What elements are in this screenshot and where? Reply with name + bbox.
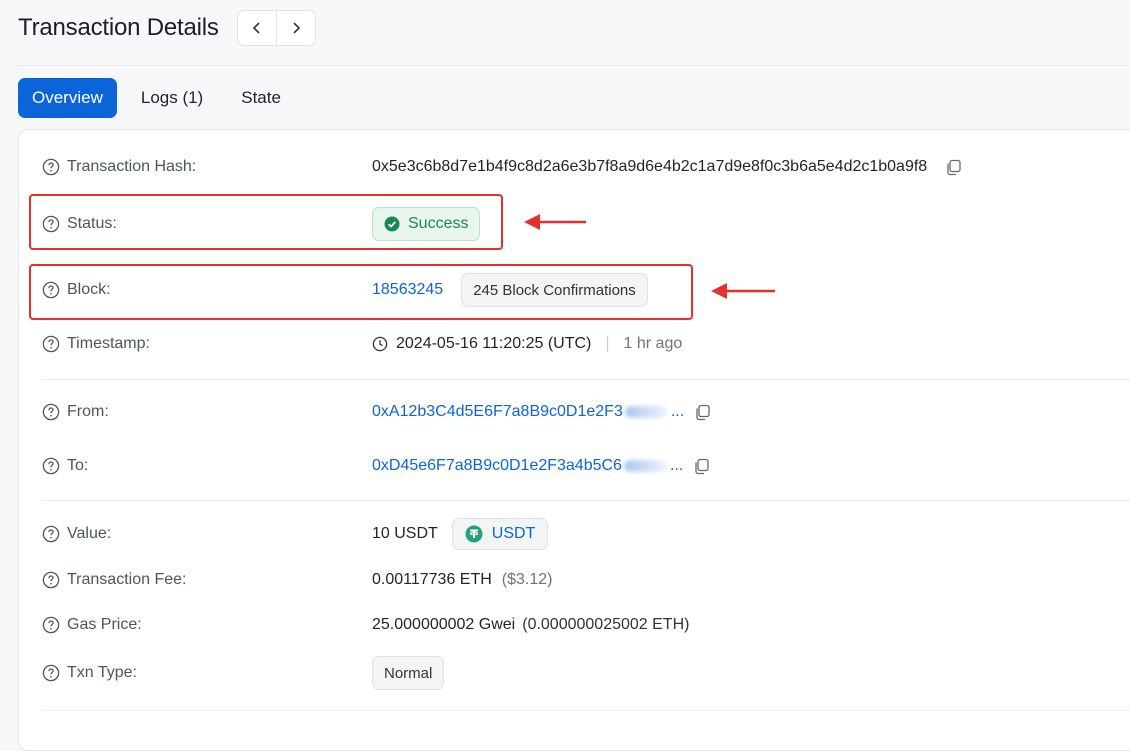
timestamp-label-text: Timestamp: (67, 335, 150, 352)
section-divider (42, 710, 1130, 711)
status-highlight-box (29, 194, 503, 250)
to-value-row: 0xD45e6F7a8B9c0D1e2F3a4b5C6 ... (372, 454, 710, 478)
to-address-link[interactable]: 0xD45e6F7a8B9c0D1e2F3a4b5C6 (372, 457, 622, 475)
clock-icon (372, 336, 388, 352)
help-circle-icon[interactable] (42, 457, 60, 475)
timestamp-value-row: 2024-05-16 11:20:25 (UTC) | 1 hr ago (372, 332, 682, 356)
arrow-left-icon (524, 214, 586, 230)
help-circle-icon[interactable] (42, 335, 60, 353)
fee-usd: ($3.12) (501, 571, 553, 588)
txn-type-value-row: Normal (372, 656, 445, 690)
page-header: Transaction Details (18, 10, 316, 46)
chevron-right-icon (293, 22, 300, 34)
tab-bar: Overview Logs (1) State (18, 78, 305, 118)
gas-price-eth: (0.000000025002 ETH) (522, 616, 690, 633)
arrow-left-icon (711, 283, 775, 299)
tab-overview[interactable]: Overview (18, 78, 117, 118)
block-highlight-box (29, 264, 693, 320)
help-circle-icon[interactable] (42, 403, 60, 421)
timestamp-separator: | (605, 335, 610, 352)
tx-hash-label-text: Transaction Hash: (67, 158, 197, 175)
timestamp-value: 2024-05-16 11:20:25 (UTC) (396, 335, 592, 352)
gas-price-label: Gas Price: (42, 613, 142, 637)
tx-hash-value-row: 0x5e3c6b8d7e1b4f9c8d2a6e3b7f8a9d6e4b2c1a… (372, 155, 962, 179)
fee-label-text: Transaction Fee: (67, 571, 187, 588)
to-address-ellipsis: ... (669, 457, 684, 474)
to-address-redaction (623, 460, 666, 472)
txn-type-label-text: Txn Type: (67, 664, 137, 681)
gas-price-label-text: Gas Price: (67, 616, 142, 633)
help-circle-icon[interactable] (42, 616, 60, 634)
fee-value-row: 0.00117736 ETH ($3.12) (372, 568, 553, 592)
value-label: Value: (42, 522, 111, 546)
help-circle-icon[interactable] (42, 525, 60, 543)
section-divider (42, 500, 1130, 501)
next-button[interactable] (275, 11, 315, 45)
gas-price-value-row: 25.000000002 Gwei (0.000000025002 ETH) (372, 613, 689, 637)
timestamp-relative: 1 hr ago (623, 335, 683, 352)
section-divider (42, 379, 1130, 380)
header-divider (18, 65, 1130, 66)
value-label-text: Value: (67, 525, 112, 542)
help-circle-icon[interactable] (42, 571, 60, 589)
token-badge-text: USDT (491, 525, 536, 542)
tab-logs[interactable]: Logs (1) (127, 78, 217, 118)
txn-type-label: Txn Type: (42, 661, 137, 685)
tx-hash-label: Transaction Hash: (42, 155, 196, 179)
fee-value: 0.00117736 ETH (372, 571, 492, 588)
tab-state[interactable]: State (227, 78, 295, 118)
from-label-text: From: (67, 403, 109, 420)
from-address-redaction (624, 406, 667, 418)
token-badge[interactable]: USDT (451, 518, 549, 550)
copy-icon[interactable] (693, 458, 710, 475)
txn-type-badge: Normal (372, 656, 445, 690)
copy-icon[interactable] (694, 404, 711, 421)
copy-icon[interactable] (945, 159, 962, 176)
help-circle-icon[interactable] (42, 664, 60, 682)
page-title: Transaction Details (18, 14, 219, 41)
pagination-nav (236, 10, 316, 46)
timestamp-label: Timestamp: (42, 332, 150, 356)
value-amount: 10 USDT (372, 525, 438, 542)
chevron-left-icon (252, 22, 260, 34)
to-label-text: To: (67, 457, 89, 474)
value-value-row: 10 USDT USDT (372, 518, 549, 550)
tx-hash-value: 0x5e3c6b8d7e1b4f9c8d2a6e3b7f8a9d6e4b2c1a… (372, 158, 928, 175)
from-label: From: (42, 400, 109, 424)
fee-label: Transaction Fee: (42, 568, 186, 592)
prev-button[interactable] (238, 11, 276, 45)
gas-price-value: 25.000000002 Gwei (372, 616, 516, 633)
from-value-row: 0xA12b3C4d5E6F7a8B9c0D1e2F3 ... (372, 400, 711, 424)
help-circle-icon[interactable] (42, 158, 60, 176)
tether-icon (465, 525, 483, 543)
to-label: To: (42, 454, 88, 478)
from-address-ellipsis: ... (670, 403, 685, 420)
from-address-link[interactable]: 0xA12b3C4d5E6F7a8B9c0D1e2F3 (372, 403, 623, 421)
